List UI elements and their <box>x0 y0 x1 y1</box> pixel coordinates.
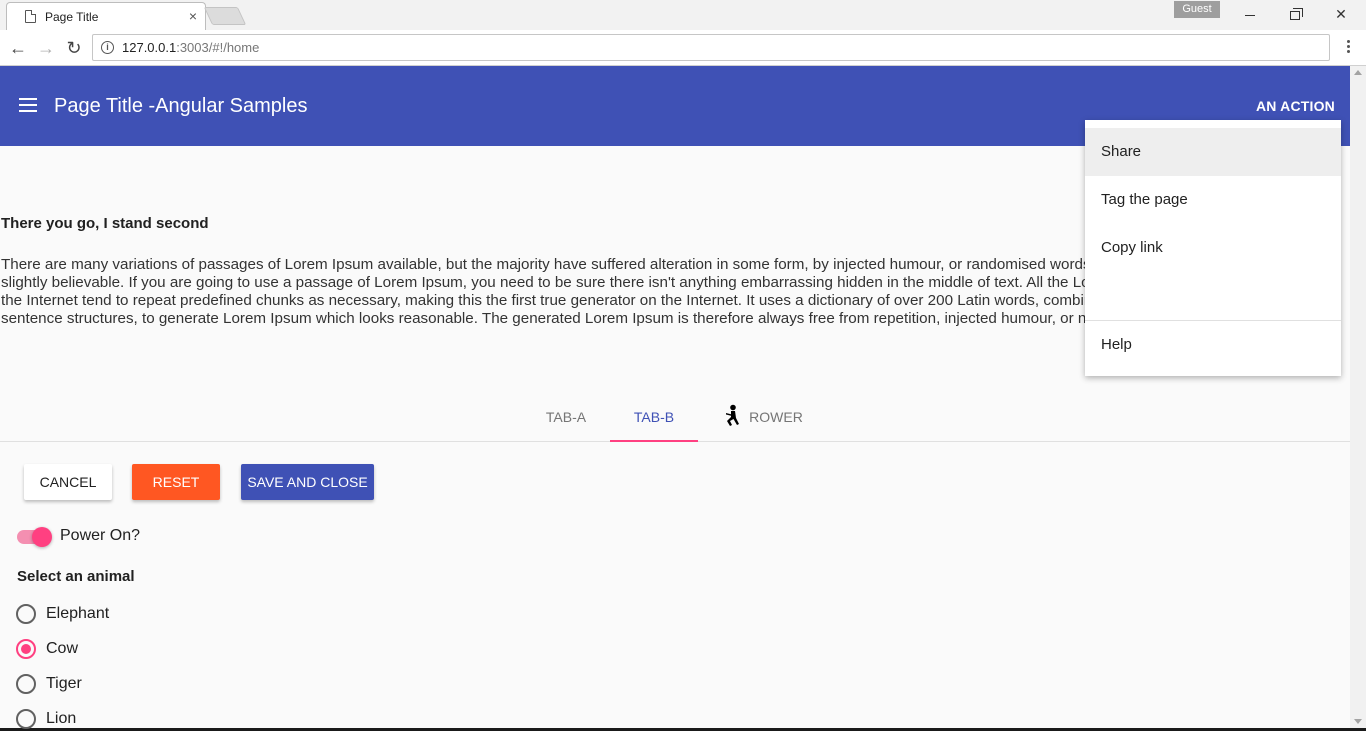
address-bar[interactable]: i 127.0.0.1:3003/#!/home <box>92 34 1330 61</box>
menu-item-help[interactable]: Help <box>1085 321 1341 369</box>
url-host: 127.0.0.1 <box>122 40 177 55</box>
reset-button[interactable]: RESET <box>132 464 220 500</box>
close-tab-icon[interactable]: × <box>189 8 197 24</box>
radio-label: Cow <box>46 640 79 657</box>
page-title: Page Title -Angular Samples <box>54 95 308 117</box>
tab-a[interactable]: TAB-A <box>522 396 610 441</box>
radio-elephant[interactable]: Elephant <box>16 602 216 626</box>
url-path: :3003/#!/home <box>176 40 260 55</box>
back-button[interactable]: ← <box>7 37 29 59</box>
action-button[interactable]: AN ACTION <box>1256 98 1335 114</box>
rower-icon <box>726 404 740 427</box>
menu-icon[interactable] <box>19 98 37 112</box>
scroll-up-icon[interactable] <box>1354 70 1362 75</box>
menu-spacer <box>1085 272 1341 320</box>
minimize-button[interactable] <box>1235 4 1265 24</box>
browser-tab-title: Page Title <box>45 10 99 24</box>
browser-toolbar: ← → ↻ i 127.0.0.1:3003/#!/home <box>0 30 1366 66</box>
radio-circle-icon <box>16 709 36 729</box>
profile-badge[interactable]: Guest <box>1174 1 1220 18</box>
browser-tab[interactable]: Page Title × <box>6 2 206 30</box>
power-toggle-label: Power On? <box>60 527 141 544</box>
page-scrollbar[interactable] <box>1350 66 1366 728</box>
forward-button[interactable]: → <box>35 37 57 59</box>
menu-item-tag-page[interactable]: Tag the page <box>1085 176 1341 224</box>
restore-button[interactable] <box>1280 4 1310 24</box>
radio-label: Tiger <box>46 675 82 692</box>
section-heading: There you go, I stand second <box>1 215 209 232</box>
reload-button[interactable]: ↻ <box>63 37 85 59</box>
radio-tiger[interactable]: Tiger <box>16 672 216 696</box>
info-icon[interactable]: i <box>101 41 114 54</box>
action-menu: Share Tag the page Copy link Help <box>1085 120 1341 376</box>
minimize-icon <box>1245 14 1255 16</box>
tab-bar: TAB-A TAB-B ROWER <box>0 396 1350 442</box>
restore-icon <box>1290 7 1303 20</box>
tab-rower-label: ROWER <box>749 409 803 425</box>
url-text: 127.0.0.1:3003/#!/home <box>122 40 259 55</box>
menu-item-copy-link[interactable]: Copy link <box>1085 224 1341 272</box>
radio-circle-icon <box>16 604 36 624</box>
cancel-button[interactable]: CANCEL <box>24 464 112 500</box>
save-and-close-button[interactable]: SAVE AND CLOSE <box>241 464 374 500</box>
new-tab-button[interactable] <box>203 7 247 25</box>
radio-label: Lion <box>46 710 77 727</box>
menu-item-share[interactable]: Share <box>1085 128 1341 176</box>
close-window-button[interactable]: ✕ <box>1326 4 1356 24</box>
radio-circle-icon <box>16 674 36 694</box>
scroll-down-icon[interactable] <box>1354 719 1362 724</box>
radio-circle-checked-icon <box>16 639 36 659</box>
browser-menu-icon[interactable] <box>1342 38 1354 58</box>
toggle-thumb <box>32 527 52 547</box>
document-icon <box>25 10 36 23</box>
radio-lion[interactable]: Lion <box>16 707 216 731</box>
radio-cow[interactable]: Cow <box>16 637 216 661</box>
radio-label: Elephant <box>46 605 110 622</box>
radio-group-heading: Select an animal <box>17 568 135 585</box>
tab-b[interactable]: TAB-B <box>610 396 698 442</box>
browser-tabstrip: Page Title × Guest ✕ <box>0 0 1366 30</box>
tab-rower[interactable]: ROWER <box>698 396 828 441</box>
power-toggle[interactable] <box>17 527 53 547</box>
